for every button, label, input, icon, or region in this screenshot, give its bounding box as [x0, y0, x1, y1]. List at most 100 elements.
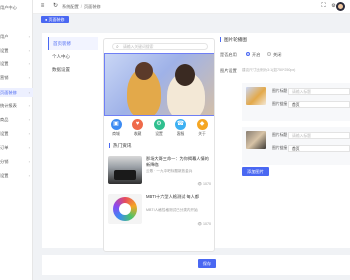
field-label: 图片链接 [272, 102, 288, 106]
news-item[interactable]: MBTI十六型人格测试 每人都 MBTI人格性格测试已分类内开始 👁 1070 [108, 194, 212, 234]
news-title: 那场大哥三命一：为你揭幕人情的新降临 [146, 156, 209, 167]
chevron-right-icon: › [28, 34, 30, 39]
chevron-right-icon: › [28, 90, 30, 95]
sidebar-item-label: 页面装修 [0, 90, 17, 95]
image-item: 图片标题 请输入标题 图片链接 首页 [242, 83, 350, 121]
quick-icon-label: 收藏 [133, 132, 142, 136]
image-thumbnail[interactable] [246, 87, 266, 105]
section-title: 图片轮播图 [220, 37, 247, 42]
sidebar-item[interactable]: 页面装修 › [0, 88, 33, 97]
banner-image[interactable] [104, 53, 214, 116]
chevron-right-icon: › [28, 61, 30, 66]
sidebar-item[interactable]: 用户 › [0, 32, 33, 41]
sidebar-item[interactable]: 设置 › [0, 59, 33, 68]
radio-disable-label[interactable]: 关闭 [273, 52, 281, 58]
quick-icon-label: 设置 [155, 132, 163, 136]
news-title: MBTI十六型人格测试 每人都 [146, 194, 200, 199]
sidebar-item[interactable]: 设置 › [0, 46, 33, 55]
quick-icon-item[interactable]: ⚙ 设置 [149, 119, 169, 137]
sidebar-item-label: 分销 [0, 159, 9, 164]
add-image-button[interactable]: 添加图片 [242, 167, 269, 176]
radio-disable[interactable] [267, 52, 271, 56]
banner-settings-panel: 图片轮播图 是否启用 开启 关闭 图片设置 建议尺寸比例为3:1(如750*25… [220, 37, 350, 237]
news-views-count: 1070 [203, 222, 211, 226]
sidebar-item[interactable]: 设置 › [0, 129, 33, 138]
sidebar-item-label: 设置 [0, 173, 9, 178]
radio-enable-label[interactable]: 开启 [252, 52, 260, 58]
field-label: 图片标题 [272, 133, 288, 137]
radio-enable[interactable] [246, 52, 250, 56]
quick-icon-item[interactable]: ◆ 关于 [192, 119, 212, 137]
news-views: 👁 1070 [197, 222, 211, 226]
top-bar: ≡ ↻ 系统配置 / 页面装修 ⛶ ⚙ [33, 0, 350, 14]
hot-news-title: 热门资讯 [109, 143, 131, 148]
nav-home-decoration[interactable]: 首页装修 [48, 37, 98, 50]
sidebar-item[interactable]: 分销 › [0, 157, 33, 166]
sidebar-item-label: 商品 [0, 117, 9, 122]
news-item[interactable]: 那场大哥三命一：为你揭幕人情的新降临 云歌 · 一九中吧标题新放金兵 👁 107… [108, 156, 212, 188]
link-input[interactable]: 首页 [288, 101, 350, 108]
sidebar-item[interactable]: 统计报表 › [0, 101, 33, 110]
quick-icon-label: 商城 [112, 132, 120, 136]
quick-icon-label: 客服 [176, 132, 185, 136]
menu-fold-icon[interactable]: ≡ [39, 3, 46, 10]
sidebar-item-label: 营销 [0, 75, 9, 80]
sidebar-item-label: 设置 [0, 61, 9, 66]
news-subtitle: 云歌 · 一九中吧标题新放金兵 [146, 169, 193, 173]
link-input[interactable]: 首页 [288, 145, 350, 152]
tag-label: 页面装修 [48, 17, 65, 22]
sidebar-item-label: 设置 [0, 131, 9, 136]
sidebar-item-label: 统计报表 [0, 103, 17, 108]
breadcrumb-item-1[interactable]: 系统配置 [62, 4, 79, 9]
search-input[interactable]: ⌕ 请输入关键词搜索 [112, 43, 208, 50]
sidebar: 用户中心 用户 › 设置 › 设置 › 营销 › 页面装修 › 统计报表 › 商品 › 设置 › 订单 › 分销 › 设置… [0, 0, 33, 280]
title-input[interactable]: 请输入标题 [288, 132, 350, 139]
sidebar-item[interactable]: 设置 › [0, 171, 33, 180]
chevron-right-icon: › [28, 117, 30, 122]
chevron-right-icon: › [28, 48, 30, 53]
chevron-right-icon: › [28, 159, 30, 164]
refresh-icon[interactable]: ↻ [52, 3, 59, 10]
quick-icon-item[interactable]: ▣ 商城 [106, 119, 126, 137]
sidebar-item[interactable]: 用户中心 [0, 3, 33, 12]
sidebar-item[interactable]: 商品 › [0, 115, 33, 124]
search-icon: ⌕ [116, 44, 119, 50]
breadcrumb: 系统配置 / 页面装修 [62, 4, 101, 9]
sidebar-item-label: 用户 [0, 34, 9, 39]
chevron-right-icon: › [28, 103, 30, 108]
fullscreen-icon[interactable]: ⛶ [320, 3, 327, 10]
avatar[interactable] [336, 2, 345, 11]
sidebar-item[interactable]: 营销 › [0, 73, 33, 82]
news-views-count: 1070 [203, 182, 211, 186]
quick-icon: ⚙ [153, 119, 165, 130]
chevron-right-icon: › [28, 131, 30, 136]
enable-label: 是否启用 [220, 52, 237, 57]
images-label: 图片设置 [220, 68, 237, 73]
quick-icon-item[interactable]: ♥ 收藏 [128, 119, 148, 137]
chevron-right-icon: › [28, 173, 30, 178]
banner-indicator [157, 111, 165, 113]
title-input[interactable]: 请输入标题 [288, 88, 350, 95]
quick-icon-label: 关于 [198, 132, 206, 136]
tags-bar: ● 页面装修 [33, 14, 350, 25]
quick-icons: ▣ 商城 ♥ 收藏 ⚙ 设置 ☎ 客服 ◆ 关于 [106, 119, 214, 145]
nav-data-settings[interactable]: 数据设置 [48, 63, 98, 76]
search-placeholder: 请输入关键词搜索 [123, 45, 154, 49]
sidebar-item-label: 用户中心 [0, 5, 17, 10]
phone-preview: ⌕ 请输入关键词搜索 ▣ 商城 ♥ 收藏 ⚙ 设置 ☎ 客服 ◆ 关于 热门资讯 那场大哥三命一：… [103, 38, 215, 252]
quick-icon: ◆ [196, 119, 208, 130]
quick-icon-item[interactable]: ☎ 客服 [171, 119, 191, 137]
tag-page-decoration[interactable]: ● 页面装修 [41, 16, 69, 23]
banner-person-left-head [135, 62, 153, 80]
news-thumbnail [108, 156, 142, 184]
decoration-nav: 首页装修 个人中心 数据设置 [48, 37, 98, 247]
save-button[interactable]: 保存 [198, 259, 216, 268]
image-thumbnail[interactable] [246, 131, 266, 149]
sidebar-item[interactable]: 订单 › [0, 143, 33, 152]
quick-icon: ▣ [110, 119, 122, 130]
banner-person-right-head [175, 64, 195, 86]
quick-icon: ♥ [132, 119, 143, 130]
nav-personal-center[interactable]: 个人中心 [48, 50, 98, 63]
chevron-right-icon: › [28, 145, 30, 150]
chevron-right-icon: › [28, 75, 30, 80]
